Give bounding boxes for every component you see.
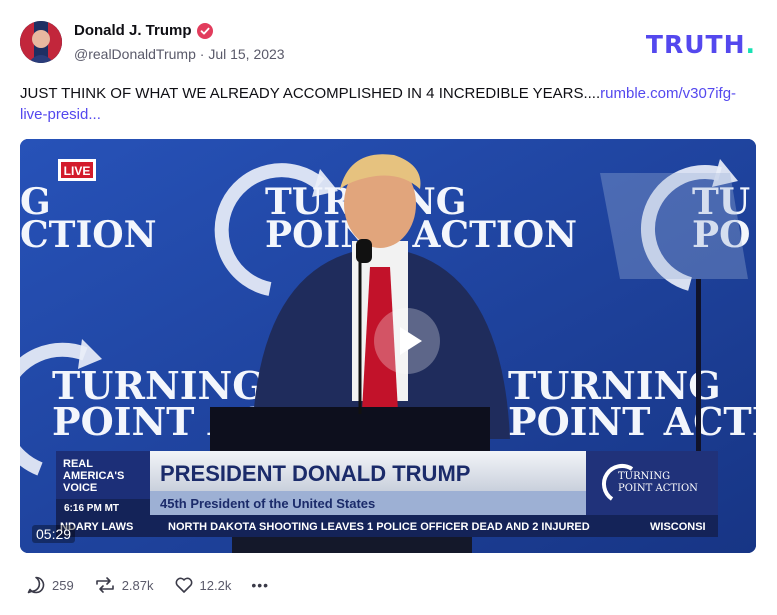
ticker-item-2: NORTH DAKOTA SHOOTING LEAVES 1 POLICE OF… (168, 521, 590, 533)
post-text: JUST THINK OF WHAT WE ALREADY ACCOMPLISH… (20, 85, 601, 102)
brand-dot: . (745, 30, 756, 59)
retruth-count: 2.87k (121, 577, 154, 593)
retruth-button[interactable]: 2.87k (94, 575, 154, 595)
handle-date-separator: · (199, 46, 205, 62)
truth-social-logo[interactable]: TRUTH. (646, 30, 756, 59)
network-name-3: VOICE (63, 482, 97, 494)
retruth-icon (95, 577, 114, 593)
event-logo-line-1: TURNING (618, 471, 670, 482)
handle-row: @realDonaldTrump · Jul 15, 2023 (74, 46, 285, 62)
backdrop-text-2: POINT ACTION (265, 214, 577, 256)
ticker-item-3: WISCONSI (650, 521, 706, 533)
network-name-1: REAL (63, 458, 93, 470)
author-name[interactable]: Donald J. Trump (74, 22, 192, 39)
news-chyron: REAL AMERICA'S VOICE 6:16 PM MT PRESIDEN… (56, 451, 718, 537)
microphone (356, 239, 372, 263)
post-actions: 259 2.87k 12.2k ••• (26, 575, 269, 595)
author-handle[interactable]: @realDonaldTrump (74, 46, 196, 62)
more-options-button[interactable]: ••• (251, 577, 269, 593)
post-date[interactable]: Jul 15, 2023 (208, 46, 284, 62)
video-player[interactable]: TURNING POINT ACTION G CTION TU PO TURNI… (20, 139, 756, 553)
reply-count: 259 (52, 577, 74, 593)
video-duration: 05:29 (32, 525, 76, 543)
like-button[interactable]: 12.2k (174, 575, 232, 595)
like-count: 12.2k (199, 577, 232, 593)
verified-badge-icon (196, 22, 213, 39)
avatar[interactable] (20, 21, 62, 63)
play-icon (400, 327, 422, 355)
live-badge-text: LIVE (64, 164, 91, 178)
more-icon: ••• (251, 577, 270, 593)
brand-word: TRUTH (645, 30, 746, 59)
backdrop-left-2: CTION (20, 214, 157, 256)
network-name-2: AMERICA'S (63, 470, 124, 482)
chyron-title: PRESIDENT DONALD TRUMP (160, 461, 470, 486)
teleprompter (600, 173, 748, 279)
backdrop-text-6: POINT ACTION (508, 399, 756, 444)
play-button[interactable] (374, 308, 440, 374)
network-time: 6:16 PM MT (64, 503, 119, 514)
reply-icon (27, 576, 45, 594)
post-header: Donald J. Trump @realDonaldTrump · Jul 1… (20, 18, 760, 66)
event-logo-line-2: POINT ACTION (618, 483, 698, 494)
name-row: Donald J. Trump (74, 22, 213, 39)
chyron-subtitle: 45th President of the United States (160, 496, 375, 511)
post-body: JUST THINK OF WHAT WE ALREADY ACCOMPLISH… (20, 83, 760, 125)
reply-button[interactable]: 259 (26, 575, 74, 595)
live-badge: LIVE (58, 159, 96, 181)
heart-icon (175, 577, 192, 593)
